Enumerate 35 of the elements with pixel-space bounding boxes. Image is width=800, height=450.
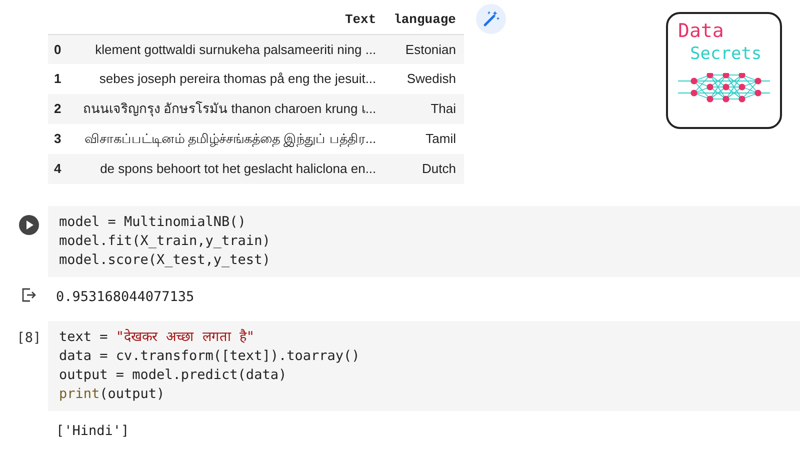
code-line: print(output) bbox=[59, 385, 166, 404]
table-cell: Tamil bbox=[384, 124, 464, 154]
code-cell[interactable]: model = MultinomialNB() model.fit(X_train,y_train) model.score(X_test,y_test) bbox=[48, 206, 800, 277]
column-header: language bbox=[384, 8, 464, 34]
table-cell: ถนนเจริญกรุง อักษรโรมัน thanon charoen krung เ... bbox=[70, 94, 384, 124]
code-line: model.score(X_test,y_test) bbox=[59, 251, 272, 270]
code-line: model = MultinomialNB() bbox=[59, 213, 247, 232]
row-index: 4 bbox=[48, 154, 70, 184]
row-index: 2 bbox=[48, 94, 70, 124]
table-cell: de spons behoort tot het geslacht haliclona en... bbox=[70, 154, 384, 184]
code-line: data = cv.transform([text]).toarray() bbox=[59, 347, 361, 366]
code-line: text = "देखकर अच्छा लगता है" bbox=[59, 328, 256, 348]
code-line: output = model.predict(data) bbox=[59, 366, 288, 386]
logo-title: Data bbox=[678, 20, 725, 43]
column-header: Text bbox=[70, 8, 384, 34]
magic-wand-icon bbox=[482, 10, 500, 28]
logo-subtitle: Secrets bbox=[690, 42, 762, 65]
table-cell: விசாகப்பட்டினம் தமிழ்ச்சங்கத்தை இந்துப் பத்திர... bbox=[70, 124, 384, 154]
code-cell[interactable]: text = "देखकर अच्छा लगता है" data = cv.transform([text]).toarray() output = model.predict(data) print(output) bbox=[48, 321, 800, 412]
output-text: ['Hindi'] bbox=[55, 422, 130, 442]
code-line: model.fit(X_train,y_train) bbox=[59, 232, 272, 251]
table-cell: sebes joseph pereira thomas på eng the jesuit... bbox=[70, 64, 384, 94]
row-index: 3 bbox=[48, 124, 70, 154]
table-cell: Thai bbox=[384, 94, 464, 124]
magic-wand-button[interactable] bbox=[476, 4, 506, 34]
row-index: 0 bbox=[48, 34, 70, 64]
table-cell: Estonian bbox=[384, 34, 464, 64]
output-icon bbox=[21, 287, 37, 303]
output-text: 0.953168044077135 bbox=[55, 288, 194, 307]
table-cell: klement gottwaldi surnukeha palsameeriti ning ... bbox=[70, 34, 384, 64]
run-button[interactable] bbox=[19, 215, 39, 235]
row-index: 1 bbox=[48, 64, 70, 94]
table-cell: Dutch bbox=[384, 154, 464, 184]
table-cell: Swedish bbox=[384, 64, 464, 94]
execution-count: [8] bbox=[16, 329, 42, 348]
